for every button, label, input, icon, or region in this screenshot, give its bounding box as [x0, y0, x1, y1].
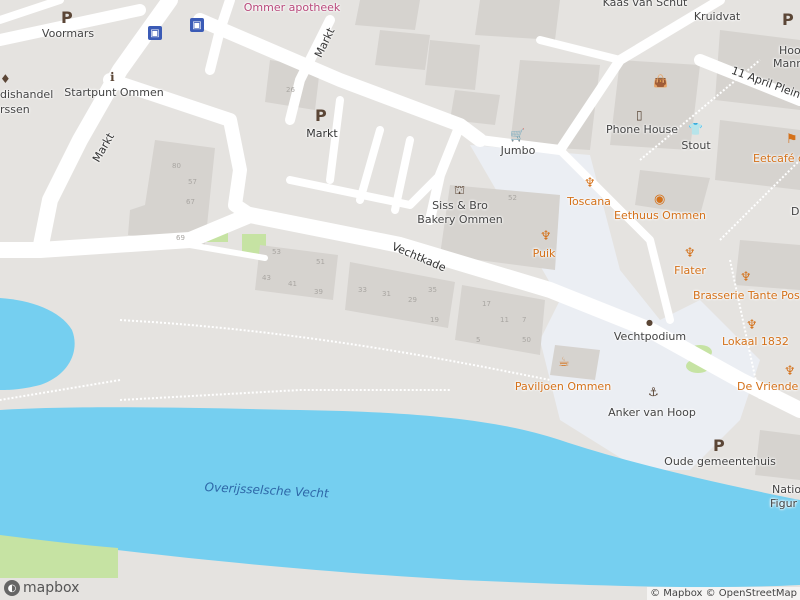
mapbox-logo-text: mapbox [23, 580, 80, 596]
bag-icon[interactable]: 👜 [653, 74, 668, 88]
restaurant-icon[interactable]: ♆ [684, 246, 696, 261]
house-number: 50 [522, 336, 531, 344]
cafe-icon[interactable]: ⚑ [786, 132, 798, 147]
mapbox-logo-icon: ◐ [4, 580, 20, 596]
poi-bakery-ommen[interactable]: Bakery Ommen [417, 213, 502, 226]
house-number: 11 [500, 316, 509, 324]
poi-jumbo[interactable]: Jumbo [501, 144, 536, 157]
house-number: 57 [188, 178, 197, 186]
attribution-osm-link[interactable]: © OpenStreetMap [706, 588, 797, 599]
house-number: 52 [508, 194, 517, 202]
cart-icon[interactable]: 🛒 [510, 128, 525, 142]
monument-icon[interactable]: ⚓ [648, 385, 659, 399]
poi-voormars[interactable]: Voormars [42, 27, 94, 40]
poi-dishandel[interactable]: dishandel [0, 88, 53, 101]
poi-paviljoen-ommen[interactable]: Paviljoen Ommen [515, 380, 611, 393]
restaurant-icon[interactable]: ♆ [740, 270, 752, 285]
poi-kaas-van-schut[interactable]: Kaas van Schut [603, 0, 688, 9]
poi-toscana[interactable]: Toscana [567, 195, 611, 208]
bakery-icon[interactable]: ⛫ [454, 183, 465, 199]
poi-natio[interactable]: Natio [772, 483, 800, 496]
poi-lokaal-1832[interactable]: Lokaal 1832 [722, 335, 789, 348]
restaurant-icon[interactable]: ♆ [784, 364, 796, 379]
info-icon[interactable]: ℹ [110, 70, 115, 84]
parking-icon[interactable]: P [782, 10, 794, 29]
house-number: 69 [176, 234, 185, 242]
street-label-markt: Markt [306, 127, 338, 140]
house-number: 29 [408, 296, 417, 304]
poi-eethuus-ommen[interactable]: Eethuus Ommen [614, 209, 706, 222]
house-number: 33 [358, 286, 367, 294]
house-number: 35 [428, 286, 437, 294]
map-attribution: © Mapbox © OpenStreetMap [647, 587, 800, 600]
house-number: 31 [382, 290, 391, 298]
poi-rssen[interactable]: rssen [0, 103, 30, 116]
house-number: 17 [482, 300, 491, 308]
icecream-icon[interactable]: ♆ [584, 176, 596, 191]
house-number: 53 [272, 248, 281, 256]
house-number: 67 [186, 198, 195, 206]
shirt-icon[interactable]: 👕 [688, 122, 703, 136]
restaurant-icon[interactable]: ♆ [540, 229, 552, 244]
parking-icon[interactable]: P [61, 8, 73, 27]
house-number: 7 [522, 316, 527, 324]
restaurant-icon[interactable]: ♆ [746, 318, 758, 333]
burger-icon[interactable]: ◉ [654, 192, 665, 207]
house-number: 41 [288, 280, 297, 288]
poi-puik[interactable]: Puik [533, 247, 556, 260]
poi-anker-van-hoop[interactable]: Anker van Hoop [608, 406, 696, 419]
shop-icon[interactable]: ♦ [0, 72, 11, 86]
house-number: 39 [314, 288, 323, 296]
poi-kruidvat[interactable]: Kruidvat [694, 10, 740, 23]
poi-oude-gemeentehuis[interactable]: Oude gemeentehuis [664, 455, 776, 468]
house-number: 19 [430, 316, 439, 324]
poi-stout[interactable]: Stout [681, 139, 710, 152]
poi-mann[interactable]: Mann [773, 57, 800, 70]
restaurant-icon[interactable]: ☕ [558, 355, 570, 370]
house-number: 26 [286, 86, 295, 94]
phone-icon[interactable]: ▯ [636, 108, 643, 122]
dot-icon[interactable]: ● [646, 318, 653, 327]
parking-icon[interactable]: P [315, 106, 327, 125]
attribution-mapbox-link[interactable]: © Mapbox [650, 588, 702, 599]
house-number: 5 [476, 336, 481, 344]
house-number: 43 [262, 274, 271, 282]
poi-siss-bro[interactable]: Siss & Bro [432, 199, 488, 212]
house-number: 51 [316, 258, 325, 266]
poi-phone-house[interactable]: Phone House [606, 123, 678, 136]
poi-eetcafe[interactable]: Eetcafé d [753, 152, 800, 165]
parking-icon[interactable]: P [713, 436, 725, 455]
bus-stop-icon[interactable]: ▣ [190, 18, 204, 32]
poi-startpunt-ommen[interactable]: Startpunt Ommen [64, 86, 163, 99]
poi-hoo[interactable]: Hoo [779, 44, 800, 57]
bus-stop-icon[interactable]: ▣ [148, 26, 162, 40]
house-number: 80 [172, 162, 181, 170]
poi-d[interactable]: D [791, 205, 799, 218]
poi-de-vriende[interactable]: De Vriende [737, 380, 798, 393]
poi-flater[interactable]: Flater [674, 264, 706, 277]
poi-ommer-apotheek[interactable]: Ommer apotheek [244, 1, 341, 14]
mapbox-logo[interactable]: ◐ mapbox [4, 580, 79, 596]
poi-brasserie-tante-pos[interactable]: Brasserie Tante Pos [693, 289, 800, 302]
poi-vechtpodium[interactable]: Vechtpodium [614, 330, 686, 343]
poi-figur[interactable]: Figur [770, 497, 797, 510]
